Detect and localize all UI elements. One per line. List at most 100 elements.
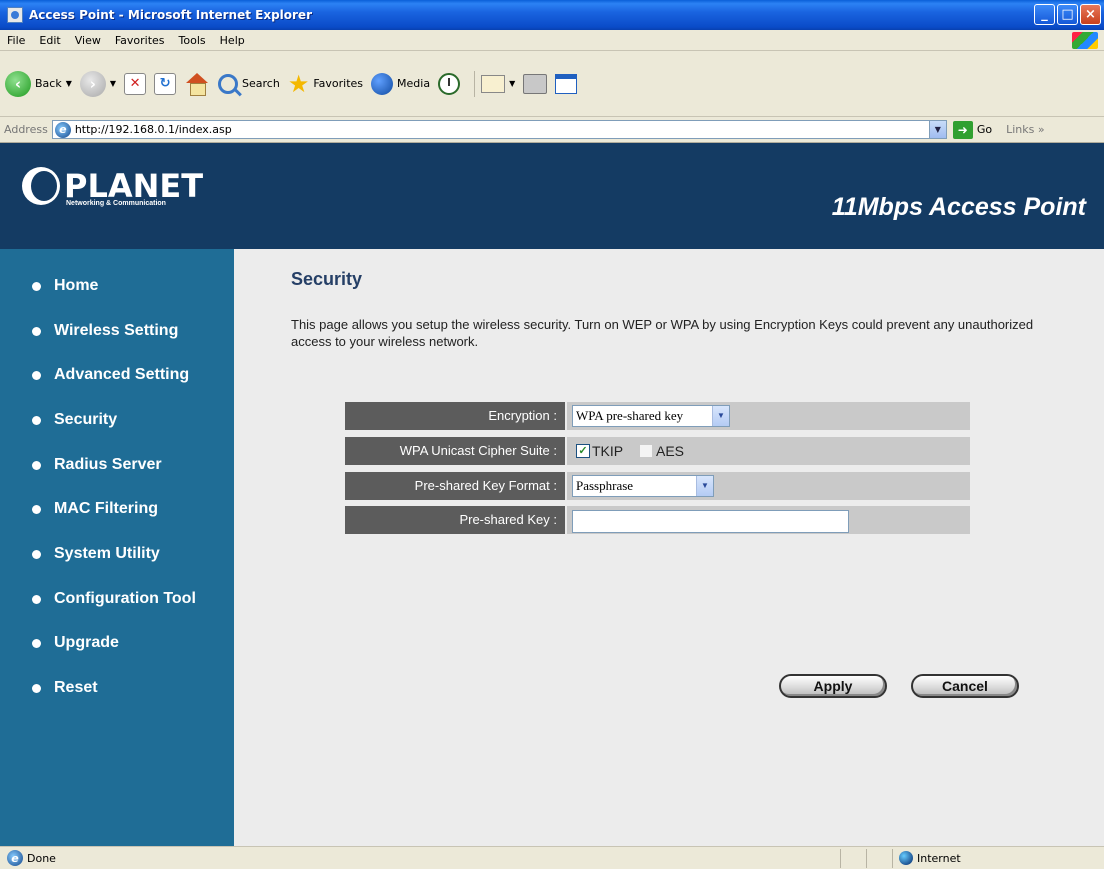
browser-toolbar: ‹ Back ▼ › ▼ ✕ ↻ Search ★ Favorites Medi… [0, 51, 1104, 117]
status-cell [840, 848, 866, 868]
key-label: Pre-shared Key : [345, 506, 565, 534]
go-button[interactable]: ➜ Go [952, 120, 993, 139]
bullet-icon [32, 504, 41, 514]
toolbar-separator [474, 70, 476, 97]
encryption-value-cell: WPA pre-shared key ▼ [567, 402, 970, 430]
back-dropdown-icon[interactable]: ▼ [66, 79, 72, 88]
address-label: Address [4, 123, 48, 136]
bullet-icon [32, 594, 41, 604]
address-input[interactable]: e http://192.168.0.1/index.asp ▼ [51, 120, 947, 139]
window-title-bar: Access Point - Microsoft Internet Explor… [0, 0, 1104, 30]
back-arrow-icon: ‹ [5, 70, 31, 97]
status-bar: e Done Internet [0, 846, 1104, 869]
page-ie-icon: e [54, 121, 71, 138]
nav-item-reset[interactable]: Reset [32, 679, 98, 697]
nav-item-upgrade[interactable]: Upgrade [32, 634, 119, 652]
encryption-selected: WPA pre-shared key [576, 408, 684, 423]
nav-item-configuration-tool[interactable]: Configuration Tool [32, 590, 196, 608]
chevron-down-icon: ▼ [696, 476, 713, 496]
forward-button[interactable]: › ▼ [79, 70, 116, 97]
search-label: Search [242, 77, 280, 90]
preshared-key-input[interactable] [572, 510, 849, 533]
links-button[interactable]: Links » [1006, 123, 1045, 136]
home-button[interactable] [184, 72, 210, 96]
nav-item-radius-server[interactable]: Radius Server [32, 456, 162, 474]
brand-name: PLANET [64, 167, 204, 205]
address-url[interactable]: http://192.168.0.1/index.asp [75, 123, 232, 136]
go-label: Go [976, 123, 993, 136]
forward-dropdown-icon[interactable]: ▼ [110, 79, 116, 88]
maximize-button[interactable]: □ [1057, 4, 1078, 25]
favorites-button[interactable]: ★ Favorites [288, 72, 363, 96]
mail-icon [481, 74, 506, 93]
minimize-button[interactable]: _ [1034, 4, 1055, 25]
status-text: Done [27, 851, 56, 865]
cipher-label: WPA Unicast Cipher Suite : [345, 437, 565, 465]
tkip-checkbox[interactable]: ✓ [576, 444, 590, 458]
planet-logo-icon [22, 167, 60, 205]
page-description: This page allows you setup the wireless … [291, 317, 1034, 349]
key-format-selected: Passphrase [576, 478, 634, 493]
mail-button[interactable]: ▼ [481, 74, 515, 93]
cipher-value-cell: ✓ TKIP AES [567, 437, 970, 465]
header-banner: PLANET Networking & Communication 11Mbps… [0, 143, 1104, 249]
media-button[interactable]: Media [371, 72, 430, 95]
go-arrow-icon: ➜ [952, 120, 973, 139]
stop-button[interactable]: ✕ [124, 72, 147, 95]
address-dropdown-icon[interactable]: ▼ [928, 121, 946, 138]
menu-tools[interactable]: Tools [172, 34, 213, 47]
history-button[interactable] [438, 72, 461, 95]
aes-checkbox[interactable] [639, 444, 653, 458]
key-row: Pre-shared Key : [345, 506, 970, 534]
encryption-select[interactable]: WPA pre-shared key ▼ [572, 405, 730, 427]
menu-file[interactable]: File [0, 34, 32, 47]
edit-button[interactable] [555, 73, 578, 94]
search-button[interactable]: Search [218, 73, 280, 94]
key-format-select[interactable]: Passphrase ▼ [572, 475, 714, 497]
windows-logo-icon [1072, 32, 1098, 49]
cipher-row: WPA Unicast Cipher Suite : ✓ TKIP AES [345, 437, 970, 465]
page-ie-icon: e [7, 850, 23, 866]
refresh-icon: ↻ [154, 72, 177, 95]
close-button[interactable]: × [1080, 4, 1101, 25]
cancel-button[interactable]: Cancel [911, 674, 1019, 698]
menu-favorites[interactable]: Favorites [108, 34, 172, 47]
stop-icon: ✕ [124, 72, 147, 95]
product-name: 11Mbps Access Point [831, 193, 1086, 221]
nav-label: Home [54, 277, 99, 294]
home-icon [184, 72, 210, 96]
menu-edit[interactable]: Edit [32, 34, 67, 47]
bullet-icon [32, 326, 41, 336]
main-content: Security This page allows you setup the … [234, 249, 1104, 846]
tkip-label: TKIP [592, 443, 624, 459]
menu-help[interactable]: Help [213, 34, 252, 47]
sidebar-nav: Home Wireless Setting Advanced Setting S… [0, 249, 234, 846]
nav-item-wireless-setting[interactable]: Wireless Setting [32, 322, 178, 340]
bullet-icon [32, 370, 41, 380]
aes-label: AES [656, 443, 685, 459]
favorites-star-icon: ★ [287, 69, 310, 98]
menu-bar: File Edit View Favorites Tools Help [0, 30, 1104, 51]
ie-app-icon [7, 7, 23, 23]
nav-item-system-utility[interactable]: System Utility [32, 545, 160, 563]
nav-label: Reset [54, 679, 98, 696]
refresh-button[interactable]: ↻ [154, 72, 177, 95]
bullet-icon [32, 281, 41, 291]
mail-dropdown-icon[interactable]: ▼ [509, 79, 515, 88]
status-cell [866, 848, 892, 868]
nav-item-security[interactable]: Security [32, 411, 117, 429]
history-icon [438, 72, 461, 95]
back-button[interactable]: ‹ Back ▼ [5, 70, 72, 97]
apply-button[interactable]: Apply [779, 674, 887, 698]
favorites-label: Favorites [313, 77, 364, 90]
search-icon [218, 73, 239, 94]
nav-item-home[interactable]: Home [32, 277, 98, 295]
nav-label: Radius Server [54, 456, 162, 473]
print-button[interactable] [523, 73, 548, 94]
key-value-cell [567, 506, 970, 534]
menu-view[interactable]: View [68, 34, 108, 47]
nav-item-advanced-setting[interactable]: Advanced Setting [32, 366, 189, 384]
nav-item-mac-filtering[interactable]: MAC Filtering [32, 500, 158, 518]
planet-logo: PLANET Networking & Communication [22, 167, 204, 207]
edit-icon [555, 73, 578, 94]
